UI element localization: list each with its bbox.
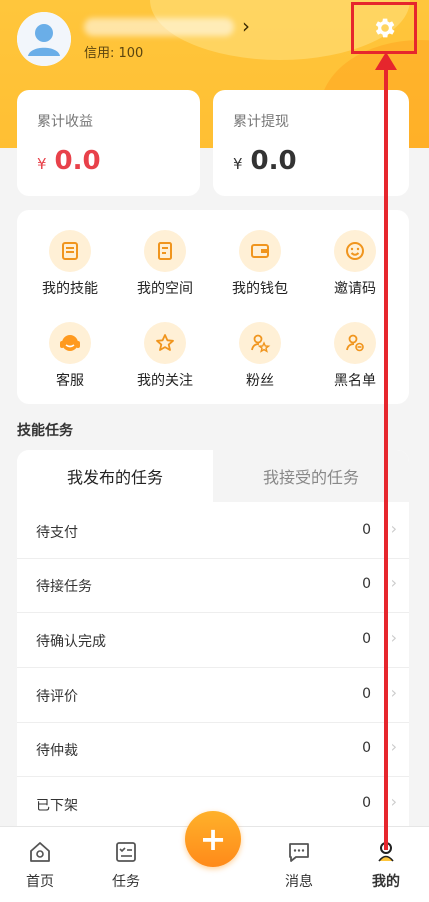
shortcut-label: 我的空间 xyxy=(137,281,193,297)
username-redacted[interactable] xyxy=(84,18,234,36)
task-status-count: 0 xyxy=(362,795,371,811)
shortcut-label: 黑名单 xyxy=(334,373,376,389)
chevron-right-icon: › xyxy=(390,519,397,538)
annotation-arrow xyxy=(384,60,388,850)
shortcut-my-follows[interactable]: 我的关注 xyxy=(125,322,205,390)
nav-home[interactable]: 首页 xyxy=(10,839,70,891)
shortcut-label: 邀请码 xyxy=(334,281,376,297)
task-status-label: 待仲裁 xyxy=(36,743,78,759)
task-status-count: 0 xyxy=(362,686,371,702)
task-status-row[interactable]: 待接任务 0 › xyxy=(17,559,409,613)
chevron-right-icon: › xyxy=(390,683,397,702)
nav-messages-label: 消息 xyxy=(285,874,313,890)
profile-chevron-icon[interactable]: › xyxy=(242,14,250,38)
total-income-label: 累计收益 xyxy=(37,114,93,130)
task-status-row[interactable]: 待仲裁 0 › xyxy=(17,723,409,777)
currency-symbol: ¥ xyxy=(233,155,243,173)
nav-tasks-label: 任务 xyxy=(112,874,140,890)
tasks-card: 我发布的任务 我接受的任务 待支付 0 › 待接任务 0 › 待确认完成 0 ›… xyxy=(17,450,409,830)
section-title: 技能任务 xyxy=(17,423,73,439)
shortcut-fans[interactable]: 粉丝 xyxy=(220,322,300,390)
shortcut-grid: 我的技能 我的空间 我的钱包 邀请码 客服 我的关注 粉丝 黑名单 xyxy=(17,210,409,404)
shortcut-invite-code[interactable]: 邀请码 xyxy=(315,230,395,298)
nav-tasks[interactable]: 任务 xyxy=(96,839,156,891)
nav-messages[interactable]: 消息 xyxy=(269,839,329,891)
total-withdraw-card[interactable]: 累计提现 ¥ 0.0 xyxy=(213,90,409,196)
task-status-row[interactable]: 待评价 0 › xyxy=(17,669,409,723)
user-avatar-icon xyxy=(17,12,71,66)
chevron-right-icon: › xyxy=(390,628,397,647)
task-status-count: 0 xyxy=(362,522,371,538)
skills-icon xyxy=(62,242,78,260)
shortcut-label: 粉丝 xyxy=(246,373,274,389)
star-icon xyxy=(156,334,174,351)
wallet-icon xyxy=(251,244,269,258)
tab-accepted-tasks[interactable]: 我接受的任务 xyxy=(213,450,409,502)
task-status-count: 0 xyxy=(362,631,371,647)
tab-published-tasks[interactable]: 我发布的任务 xyxy=(17,450,213,502)
smile-icon xyxy=(346,242,364,260)
chevron-right-icon: › xyxy=(390,573,397,592)
shortcut-customer-service[interactable]: 客服 xyxy=(30,322,110,390)
shortcut-label: 我的钱包 xyxy=(232,281,288,297)
task-status-row[interactable]: 待确认完成 0 › xyxy=(17,614,409,668)
plus-icon: + xyxy=(199,820,227,858)
chevron-right-icon: › xyxy=(390,737,397,756)
shortcut-my-skills[interactable]: 我的技能 xyxy=(30,230,110,298)
task-status-row[interactable]: 待支付 0 › xyxy=(17,505,409,559)
annotation-arrow-head xyxy=(375,52,397,70)
currency-symbol: ¥ xyxy=(37,155,47,173)
chat-icon xyxy=(289,843,309,862)
space-icon xyxy=(158,242,172,260)
settings-button[interactable] xyxy=(351,2,417,54)
task-list-icon xyxy=(116,842,136,862)
total-income-card[interactable]: 累计收益 ¥ 0.0 xyxy=(17,90,200,196)
shortcut-label: 客服 xyxy=(56,373,84,389)
task-status-label: 待接任务 xyxy=(36,579,92,595)
fans-icon xyxy=(251,334,271,353)
total-income-value: 0.0 xyxy=(54,146,101,176)
credit-score: 信用: 100 xyxy=(84,46,144,61)
task-status-label: 待支付 xyxy=(36,525,78,541)
task-status-label: 待评价 xyxy=(36,689,78,705)
home-icon xyxy=(30,842,50,862)
nav-home-label: 首页 xyxy=(26,874,54,890)
task-status-count: 0 xyxy=(362,576,371,592)
total-withdraw-label: 累计提现 xyxy=(233,114,289,130)
headset-icon xyxy=(60,335,80,351)
add-task-button[interactable]: + xyxy=(185,811,241,867)
task-status-label: 已下架 xyxy=(36,798,78,814)
avatar[interactable] xyxy=(17,12,71,66)
total-withdraw-value: 0.0 xyxy=(250,146,297,176)
task-status-label: 待确认完成 xyxy=(36,634,106,650)
gear-icon xyxy=(375,18,395,38)
shortcut-blacklist[interactable]: 黑名单 xyxy=(315,322,395,390)
blacklist-icon xyxy=(346,334,364,352)
shortcut-my-wallet[interactable]: 我的钱包 xyxy=(220,230,300,298)
chevron-right-icon: › xyxy=(390,792,397,811)
shortcut-label: 我的关注 xyxy=(137,373,193,389)
nav-mine-label: 我的 xyxy=(372,874,400,890)
task-status-count: 0 xyxy=(362,740,371,756)
shortcut-label: 我的技能 xyxy=(42,281,98,297)
shortcut-my-space[interactable]: 我的空间 xyxy=(125,230,205,298)
